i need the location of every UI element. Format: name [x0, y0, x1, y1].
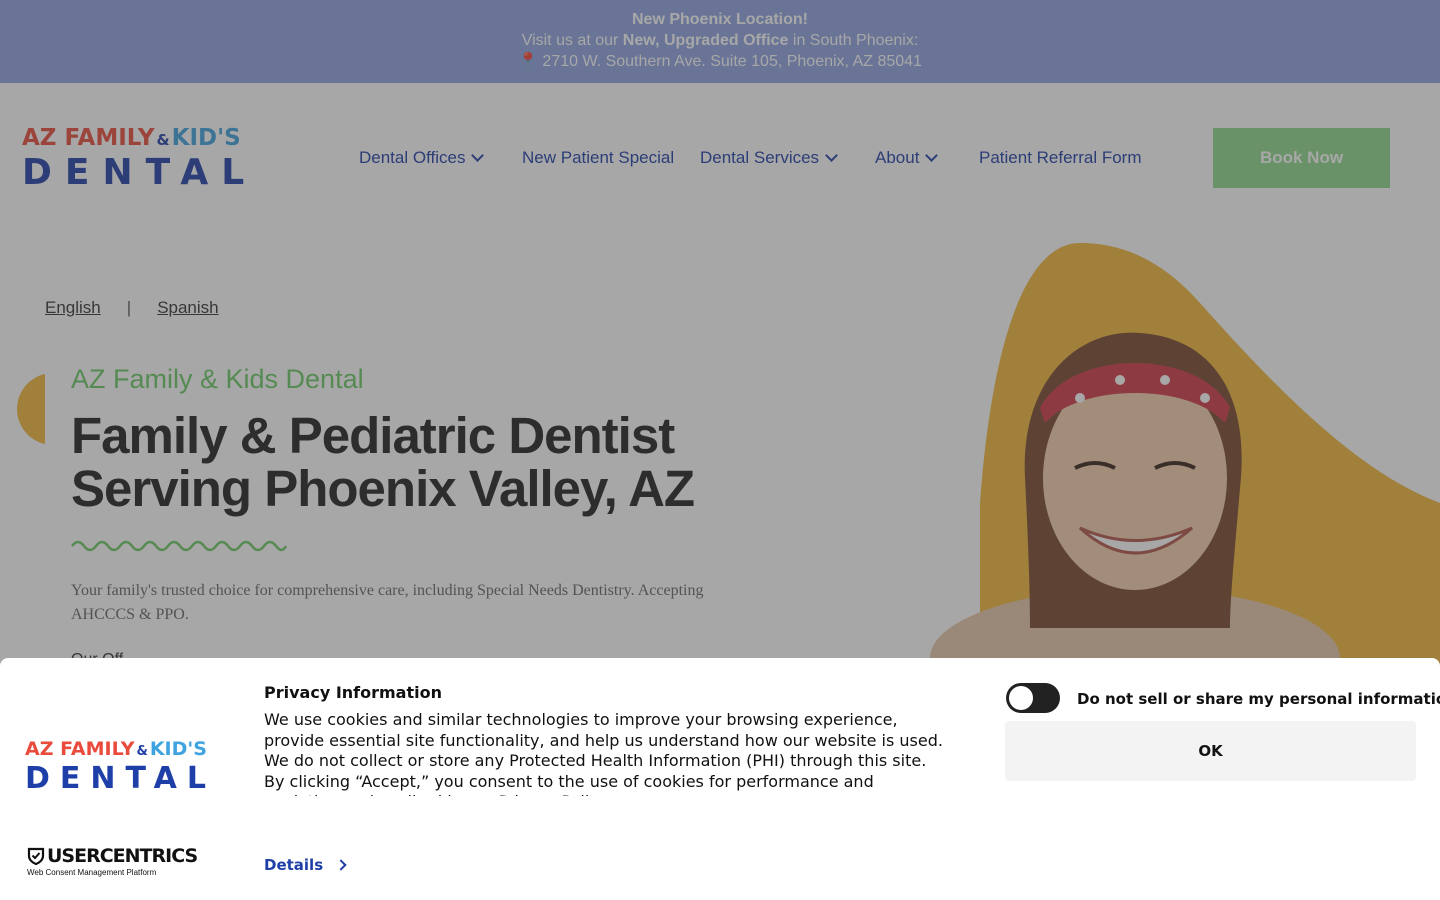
consent-title: Privacy Information	[264, 683, 442, 702]
usercentrics-tagline: Web Consent Management Platform	[27, 868, 157, 877]
chevron-right-icon	[335, 859, 347, 871]
usercentrics-brand[interactable]: USERCENTRICS Web Consent Management Plat…	[27, 845, 198, 877]
consent-logo: AZ FAMILY & KID'S DENTAL	[25, 738, 216, 796]
shield-icon	[27, 847, 45, 865]
ok-button[interactable]: OK	[1005, 721, 1416, 781]
do-not-sell-toggle[interactable]	[1006, 683, 1060, 713]
toggle-knob	[1009, 686, 1033, 710]
consent-banner: AZ FAMILY & KID'S DENTAL Privacy Informati…	[0, 658, 1440, 900]
consent-text: We use cookies and similar technologies …	[264, 710, 943, 796]
details-link[interactable]: Details	[264, 856, 347, 874]
do-not-sell-label: Do not sell or share my personal informa…	[1077, 690, 1440, 708]
